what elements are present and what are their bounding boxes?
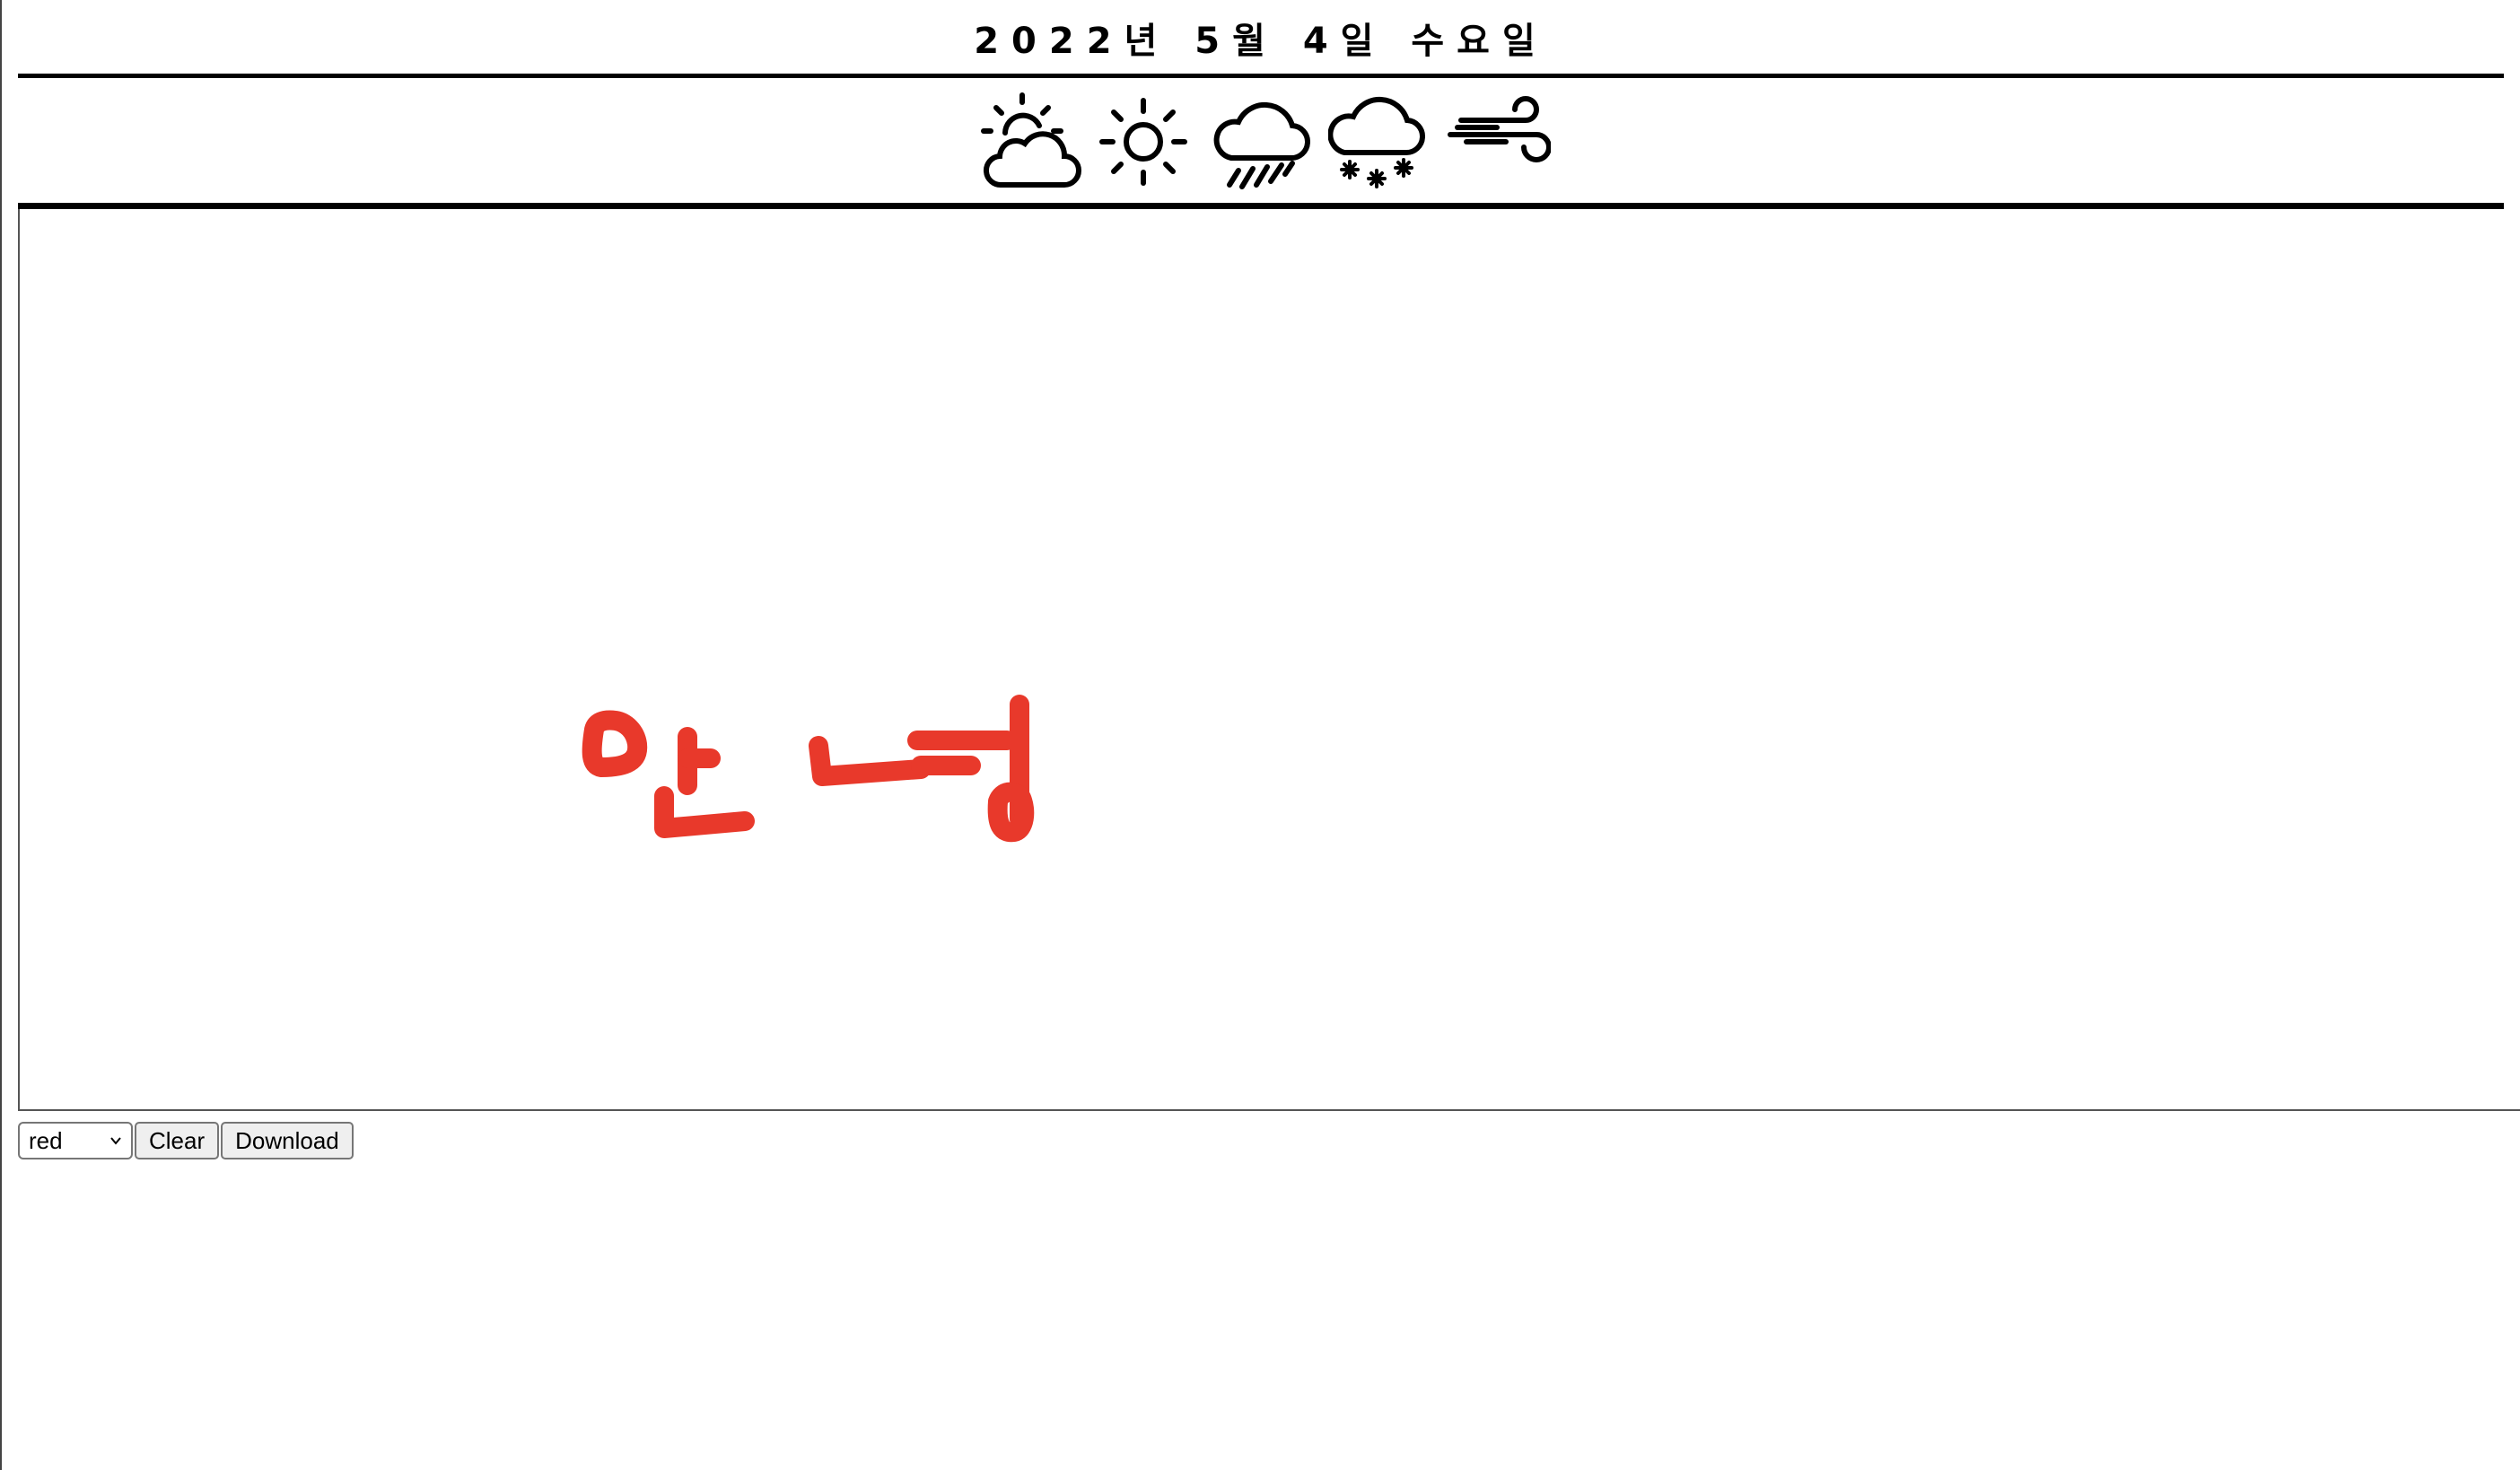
- download-button[interactable]: Download: [221, 1122, 354, 1159]
- divider-bottom: [18, 203, 2504, 209]
- color-select-value: red: [29, 1126, 63, 1154]
- page-frame: 2022년 5월 4일 수요일 red Clear Download: [0, 0, 2520, 1470]
- drawing-strokes: 안녕: [582, 695, 1035, 843]
- rain-icon[interactable]: [1212, 88, 1310, 194]
- stroke-ieung-1: [582, 710, 648, 777]
- partly-cloudy-icon[interactable]: [978, 88, 1084, 194]
- drawing-canvas[interactable]: 안녕: [18, 209, 2520, 1111]
- stroke-nieun-1: [654, 786, 755, 838]
- divider-top: [18, 74, 2504, 78]
- wind-icon[interactable]: [1443, 88, 1551, 178]
- clear-button[interactable]: Clear: [135, 1122, 220, 1159]
- sunny-icon[interactable]: [1098, 88, 1188, 187]
- color-select[interactable]: red: [18, 1122, 133, 1159]
- toolbar: red Clear Download: [18, 1122, 354, 1159]
- date-title: 2022년 5월 4일 수요일: [974, 21, 1548, 62]
- stroke-nieun-2: [809, 736, 931, 786]
- chevron-down-icon: [110, 1137, 121, 1145]
- snow-icon[interactable]: [1328, 88, 1427, 194]
- weather-icon-row: [971, 88, 1563, 196]
